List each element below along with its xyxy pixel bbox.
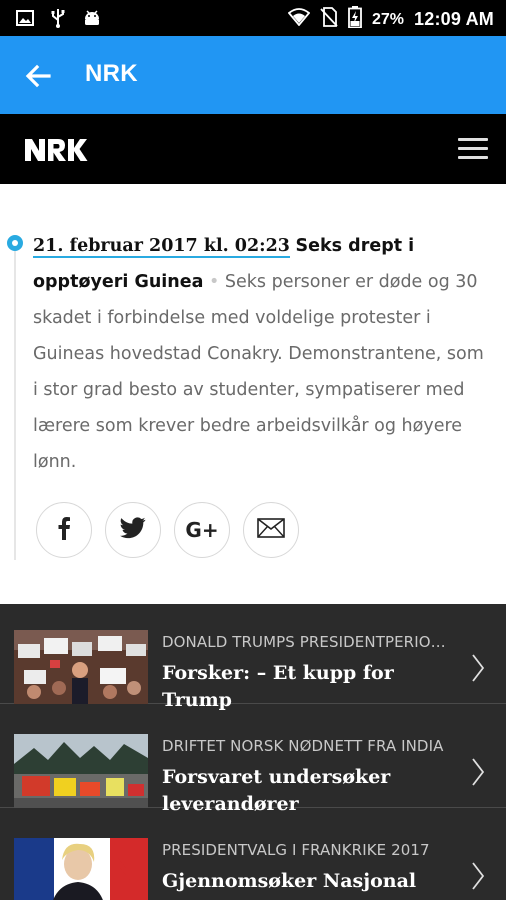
share-buttons: G+ <box>36 502 299 558</box>
related-story[interactable]: PRESIDENTVALG I FRANKRIKE 2017 Gjennomsø… <box>0 812 506 900</box>
story-kicker: DONALD TRUMPS PRESIDENTPERIO… <box>162 633 446 651</box>
google-plus-icon: G+ <box>185 518 219 542</box>
article-body: Seks personer er døde og 30 skadet i for… <box>33 272 484 472</box>
hamburger-menu-icon[interactable] <box>458 136 488 162</box>
story-thumbnail <box>14 734 148 808</box>
battery-percentage: 27% <box>372 10 405 28</box>
article-entry: 21. februar 2017 kl. 02:23 Seks drept i … <box>0 184 506 604</box>
story-title: Gjennomsøker Nasjonal Front- <box>162 870 417 900</box>
status-bar: 27% 12:09 AM <box>0 0 506 36</box>
related-stories: DONALD TRUMPS PRESIDENTPERIO… Forsker: –… <box>0 604 506 900</box>
timeline-line <box>14 244 16 560</box>
chevron-right-icon <box>472 654 485 682</box>
arrow-back-icon[interactable] <box>22 60 54 92</box>
image-icon <box>16 9 34 32</box>
related-story[interactable]: DRIFTET NORSK NØDNETT FRA INDIA Forsvare… <box>0 708 506 815</box>
story-kicker: PRESIDENTVALG I FRANKRIKE 2017 <box>162 841 430 859</box>
nrk-logo[interactable] <box>24 138 88 167</box>
separator-dot: • <box>209 272 220 292</box>
wifi-icon <box>287 8 311 31</box>
story-thumbnail <box>14 838 148 900</box>
story-title: Forsvaret undersøker leverandører <box>162 766 391 815</box>
story-thumbnail <box>14 630 148 704</box>
email-share-button[interactable] <box>243 502 299 558</box>
android-icon <box>82 8 102 33</box>
related-story[interactable]: DONALD TRUMPS PRESIDENTPERIO… Forsker: –… <box>0 604 506 711</box>
facebook-share-button[interactable] <box>36 502 92 558</box>
app-title: NRK <box>85 60 138 87</box>
facebook-icon <box>57 516 71 545</box>
story-title: Forsker: – Et kupp for Trump <box>162 662 394 711</box>
email-icon <box>257 517 285 543</box>
twitter-icon <box>120 516 146 544</box>
chevron-right-icon <box>472 758 485 786</box>
timeline-dot <box>7 235 23 251</box>
story-kicker: DRIFTET NORSK NØDNETT FRA INDIA <box>162 737 444 755</box>
twitter-share-button[interactable] <box>105 502 161 558</box>
article-date[interactable]: 21. februar 2017 kl. 02:23 <box>33 236 290 258</box>
battery-icon <box>348 6 362 33</box>
app-bar: NRK <box>0 36 506 114</box>
clock: 12:09 AM <box>414 9 494 29</box>
article-text: 21. februar 2017 kl. 02:23 Seks drept i … <box>33 228 493 480</box>
usb-icon <box>50 8 66 33</box>
chevron-right-icon <box>472 862 485 890</box>
no-sim-icon <box>320 7 338 32</box>
nrk-header <box>0 114 506 184</box>
google-plus-share-button[interactable]: G+ <box>174 502 230 558</box>
